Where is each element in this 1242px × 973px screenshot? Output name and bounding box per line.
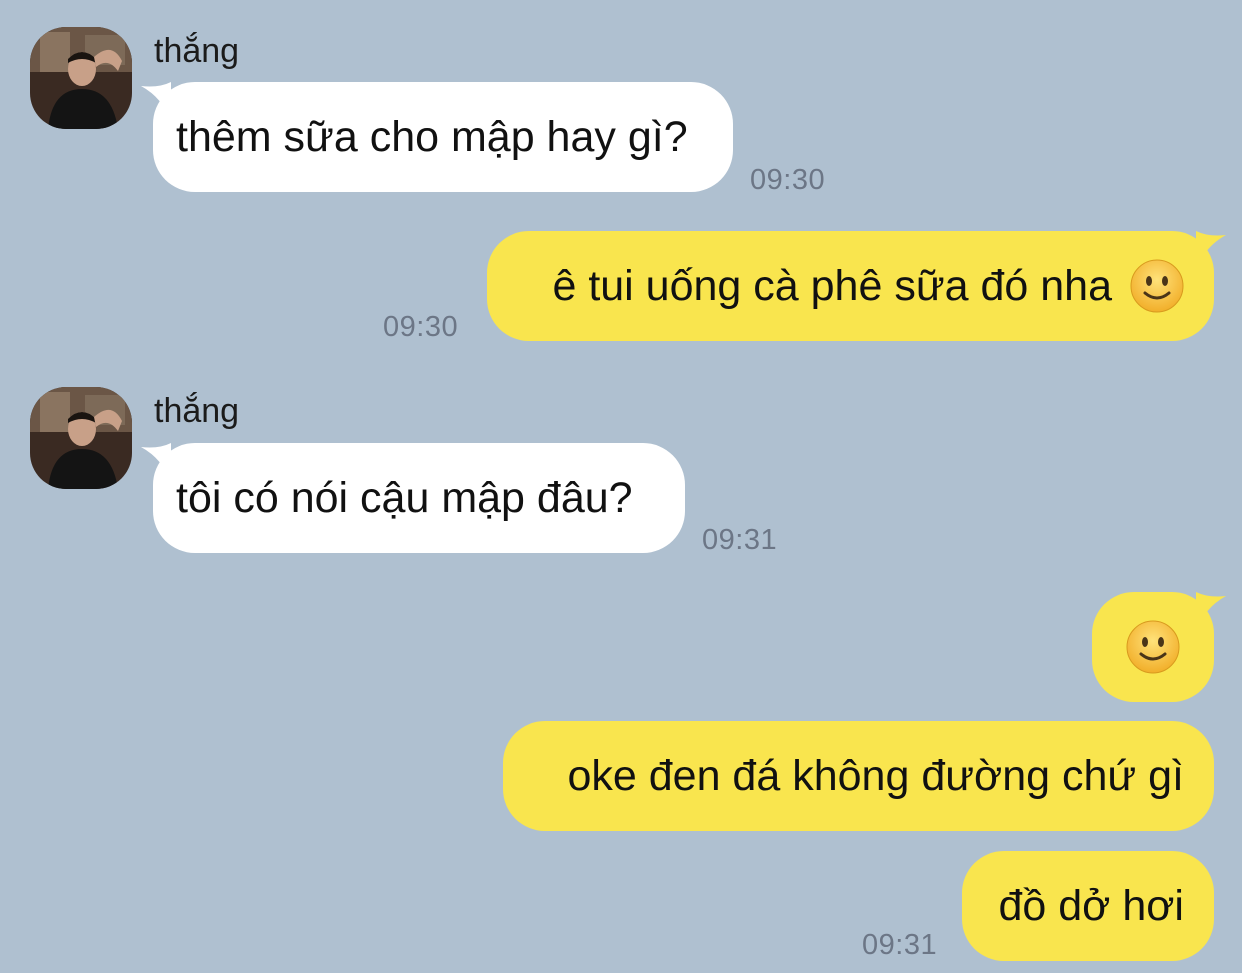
- bubble-tail: [141, 443, 171, 483]
- bubble-tail: [1196, 592, 1226, 632]
- sender-avatar[interactable]: [30, 27, 132, 129]
- user-avatar-icon: [30, 387, 132, 489]
- message-text: tôi có nói cậu mập đâu?: [176, 473, 633, 522]
- outgoing-message-bubble[interactable]: oke đen đá không đường chứ gì: [503, 721, 1214, 831]
- message-text: thêm sữa cho mập hay gì?: [176, 112, 688, 161]
- message-text: oke đen đá không đường chứ gì: [567, 751, 1184, 800]
- slightly-smiling-face-icon: [1126, 620, 1180, 674]
- incoming-message-bubble[interactable]: thêm sữa cho mập hay gì?: [141, 82, 733, 192]
- message-timestamp: 09:31: [702, 524, 778, 556]
- message-timestamp: 09:31: [862, 929, 938, 961]
- sender-name: thắng: [154, 32, 240, 70]
- slightly-smiling-face-icon: [1130, 259, 1184, 313]
- message-timestamp: 09:30: [383, 311, 459, 343]
- incoming-message-bubble[interactable]: tôi có nói cậu mập đâu?: [141, 443, 685, 553]
- message-text: ê tui uống cà phê sữa đó nha: [552, 261, 1112, 310]
- message-text: đồ dở hơi: [998, 881, 1184, 930]
- chat-view[interactable]: thắng thêm sữa cho mập hay gì? 09:30 09:…: [0, 0, 1242, 973]
- outgoing-message-bubble[interactable]: đồ dở hơi: [962, 851, 1214, 961]
- bubble-tail: [141, 82, 171, 122]
- user-avatar-icon: [30, 27, 132, 129]
- sender-avatar[interactable]: [30, 387, 132, 489]
- outgoing-message-bubble[interactable]: ê tui uống cà phê sữa đó nha: [487, 231, 1226, 341]
- message-timestamp: 09:30: [750, 164, 826, 196]
- outgoing-message-bubble[interactable]: [1092, 592, 1226, 702]
- sender-name: thắng: [154, 392, 240, 430]
- bubble-tail: [1196, 231, 1226, 271]
